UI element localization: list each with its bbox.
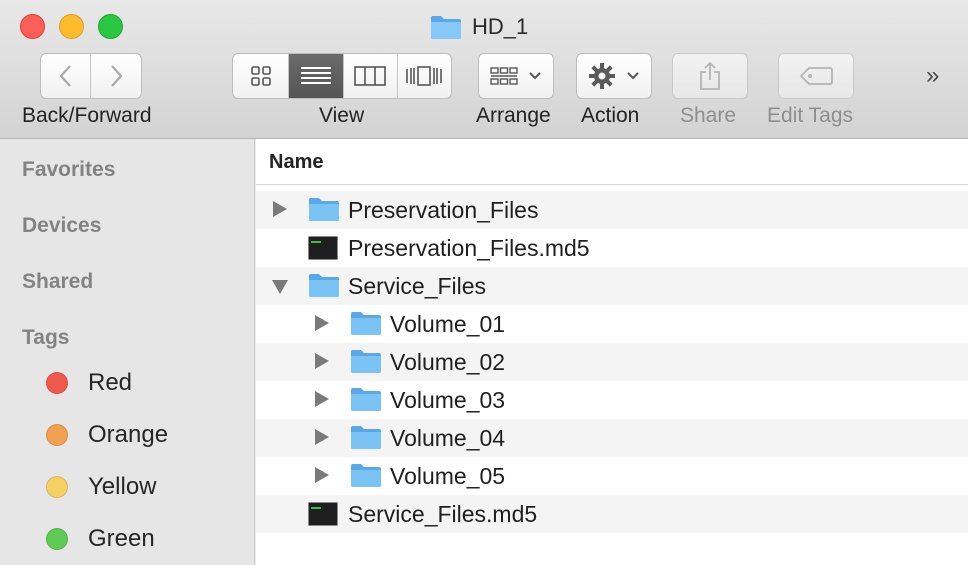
share-button[interactable] (672, 53, 748, 99)
list-lines-icon (301, 67, 332, 84)
file-name: Service_Files.md5 (348, 501, 538, 527)
action-label: Action (581, 104, 640, 127)
disclosure-triangle-right-icon[interactable] (315, 391, 329, 407)
folder-row[interactable]: Service_Files (256, 267, 968, 305)
folder-icon (350, 462, 382, 493)
folder-row[interactable]: Volume_02 (256, 343, 968, 381)
minimize-window-button[interactable] (59, 14, 84, 39)
view-control (232, 53, 452, 99)
folder-icon (308, 272, 340, 303)
folder-icon (350, 386, 382, 417)
folder-icon (350, 348, 382, 379)
disclosure-triangle-down-icon[interactable] (272, 280, 288, 294)
name-column-header[interactable]: Name (256, 139, 968, 185)
window-title: HD_1 (430, 13, 528, 41)
close-window-button[interactable] (20, 14, 45, 39)
file-row[interactable]: Preservation_Files.md5 (256, 229, 968, 267)
folder-row[interactable]: Volume_03 (256, 381, 968, 419)
sidebar-tag-red[interactable]: Red (46, 368, 132, 398)
folder-icon (308, 196, 340, 227)
folder-row[interactable]: Volume_01 (256, 305, 968, 343)
file-name: Preservation_Files.md5 (348, 235, 590, 261)
tag-label: Yellow (88, 473, 157, 500)
file-list: Name Preservation_Files Preservation_File… (256, 139, 968, 565)
view-list-button[interactable] (289, 54, 344, 98)
folder-row[interactable]: Preservation_Files (256, 191, 968, 229)
sidebar-tag-orange[interactable]: Orange (46, 420, 168, 450)
chevron-right-icon (111, 65, 123, 87)
arrange-label: Arrange (476, 104, 551, 127)
edit-tags-label: Edit Tags (767, 104, 853, 127)
tag-color-dot (46, 372, 68, 394)
back-forward-label: Back/Forward (22, 104, 152, 127)
view-label: View (319, 104, 365, 127)
folder-row[interactable]: Volume_04 (256, 419, 968, 457)
disclosure-triangle-right-icon[interactable] (315, 467, 329, 483)
view-icon-button[interactable] (233, 54, 290, 98)
sidebar: Favorites Devices Shared Tags Red Orange… (0, 139, 255, 565)
arrange-grid-icon (490, 67, 518, 85)
toolbar: HD_1 Back/Forward View Arrange Action Sh… (0, 0, 968, 139)
terminal-file-icon (308, 502, 338, 531)
tag-label: Red (88, 369, 133, 396)
icon-grid-icon (250, 66, 271, 86)
zoom-window-button[interactable] (98, 14, 123, 39)
file-row[interactable]: Service_Files.md5 (256, 495, 968, 533)
back-forward-control (40, 53, 142, 99)
columns-icon (354, 66, 387, 86)
window-title-text: HD_1 (472, 14, 529, 39)
share-icon (700, 61, 720, 90)
sidebar-tag-yellow[interactable]: Yellow (46, 472, 157, 502)
folder-icon (350, 424, 382, 455)
chevron-down-icon (627, 72, 639, 80)
share-label: Share (680, 104, 737, 127)
file-name: Preservation_Files (348, 197, 539, 223)
tag-color-dot (46, 476, 68, 498)
action-button[interactable] (576, 53, 652, 99)
file-name: Volume_03 (390, 387, 506, 413)
tag-label: Green (88, 525, 155, 552)
folder-icon (431, 16, 461, 39)
file-name: Volume_04 (390, 425, 506, 451)
tag-icon (799, 67, 833, 85)
sidebar-tag-green[interactable]: Green (46, 524, 155, 554)
arrange-button[interactable] (478, 53, 554, 99)
tag-label: Orange (88, 421, 169, 448)
file-name: Volume_01 (390, 311, 506, 337)
disclosure-triangle-right-icon[interactable] (315, 429, 329, 445)
name-column-header-label: Name (269, 151, 324, 173)
toolbar-overflow-button[interactable]: » (926, 62, 940, 90)
tag-color-dot (46, 528, 68, 550)
folder-icon (350, 310, 382, 341)
coverflow-icon (406, 66, 443, 86)
file-name: Service_Files (348, 273, 487, 299)
sidebar-section-favorites[interactable]: Favorites (22, 158, 115, 182)
folder-row[interactable]: Volume_05 (256, 457, 968, 495)
chevron-left-icon (59, 65, 71, 87)
chevron-down-icon (529, 72, 541, 80)
edit-tags-button[interactable] (778, 53, 854, 99)
back-button[interactable] (41, 54, 92, 98)
view-coverflow-button[interactable] (398, 54, 452, 98)
disclosure-triangle-right-icon[interactable] (315, 353, 329, 369)
forward-button[interactable] (91, 54, 141, 98)
gear-icon (589, 63, 615, 89)
view-columns-button[interactable] (344, 54, 398, 98)
sidebar-section-devices[interactable]: Devices (22, 214, 101, 238)
file-name: Volume_02 (390, 349, 506, 375)
disclosure-triangle-right-icon[interactable] (315, 315, 329, 331)
sidebar-section-tags[interactable]: Tags (22, 326, 69, 350)
terminal-file-icon (308, 236, 338, 265)
sidebar-section-shared[interactable]: Shared (22, 270, 93, 294)
disclosure-triangle-right-icon[interactable] (273, 201, 287, 217)
tag-color-dot (46, 424, 68, 446)
file-name: Volume_05 (390, 463, 506, 489)
